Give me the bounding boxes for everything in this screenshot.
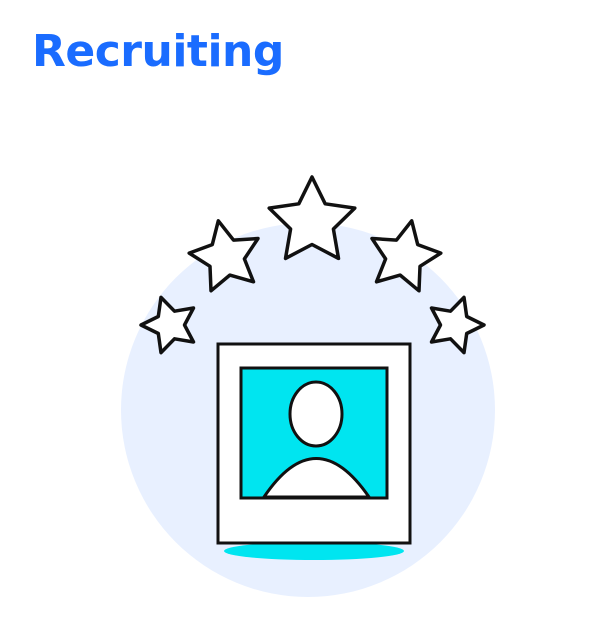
profile-photo-icon [216, 342, 412, 545]
photo-shadow [224, 542, 404, 560]
recruiting-illustration [121, 175, 495, 597]
